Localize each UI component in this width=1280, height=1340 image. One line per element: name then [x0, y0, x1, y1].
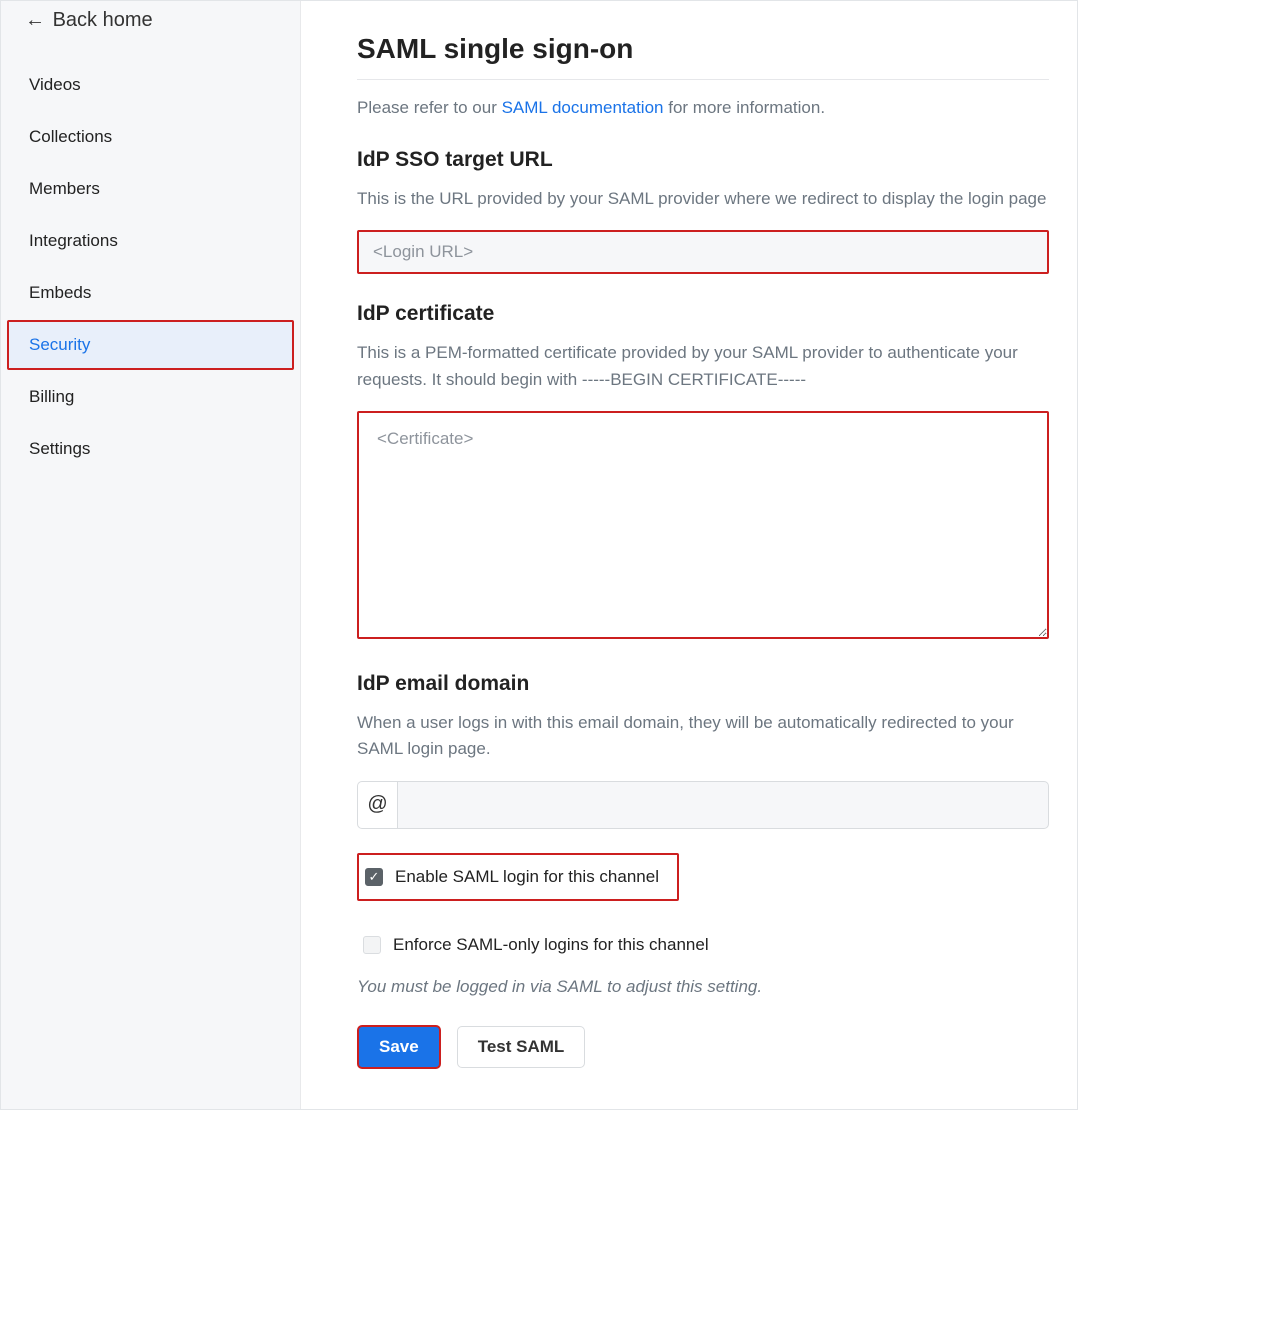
- at-prefix: @: [357, 781, 397, 829]
- enable-saml-checkbox[interactable]: ✓: [365, 868, 383, 886]
- idp-url-heading: IdP SSO target URL: [357, 148, 1049, 172]
- back-home-label: Back home: [53, 9, 153, 31]
- idp-cert-heading: IdP certificate: [357, 302, 1049, 326]
- sidebar-item-collections[interactable]: Collections: [7, 112, 294, 162]
- sidebar-item-integrations[interactable]: Integrations: [7, 216, 294, 266]
- idp-url-input[interactable]: [357, 230, 1049, 274]
- saml-documentation-link[interactable]: SAML documentation: [502, 98, 664, 117]
- enforce-saml-checkbox: [363, 936, 381, 954]
- button-row: Save Test SAML: [357, 1025, 1049, 1069]
- sidebar-item-security[interactable]: Security: [7, 320, 294, 370]
- back-home-link[interactable]: ← Back home: [1, 5, 300, 60]
- enforce-saml-note: You must be logged in via SAML to adjust…: [357, 977, 1049, 997]
- app-container: ← Back home Videos Collections Members I…: [0, 0, 1078, 1110]
- arrow-left-icon: ←: [25, 9, 47, 31]
- idp-url-desc: This is the URL provided by your SAML pr…: [357, 186, 1049, 212]
- enable-saml-row[interactable]: ✓ Enable SAML login for this channel: [357, 853, 679, 901]
- enforce-saml-row: Enforce SAML-only logins for this channe…: [357, 923, 1049, 967]
- sidebar: ← Back home Videos Collections Members I…: [1, 1, 301, 1109]
- sidebar-item-embeds[interactable]: Embeds: [7, 268, 294, 318]
- sidebar-item-members[interactable]: Members: [7, 164, 294, 214]
- sidebar-item-settings[interactable]: Settings: [7, 424, 294, 474]
- save-button[interactable]: Save: [357, 1025, 441, 1069]
- enforce-saml-label: Enforce SAML-only logins for this channe…: [393, 935, 709, 955]
- email-domain-input[interactable]: [397, 781, 1049, 829]
- test-saml-button[interactable]: Test SAML: [457, 1026, 586, 1068]
- idp-email-desc: When a user logs in with this email doma…: [357, 710, 1049, 763]
- idp-email-heading: IdP email domain: [357, 672, 1049, 696]
- enable-saml-label: Enable SAML login for this channel: [395, 867, 659, 887]
- main-content: SAML single sign-on Please refer to our …: [301, 1, 1077, 1109]
- page-title: SAML single sign-on: [357, 33, 1049, 80]
- idp-cert-desc: This is a PEM-formatted certificate prov…: [357, 340, 1049, 393]
- email-domain-row: @: [357, 781, 1049, 829]
- sidebar-item-videos[interactable]: Videos: [7, 60, 294, 110]
- intro-text: Please refer to our SAML documentation f…: [357, 98, 1049, 118]
- idp-cert-textarea[interactable]: [357, 411, 1049, 639]
- sidebar-item-billing[interactable]: Billing: [7, 372, 294, 422]
